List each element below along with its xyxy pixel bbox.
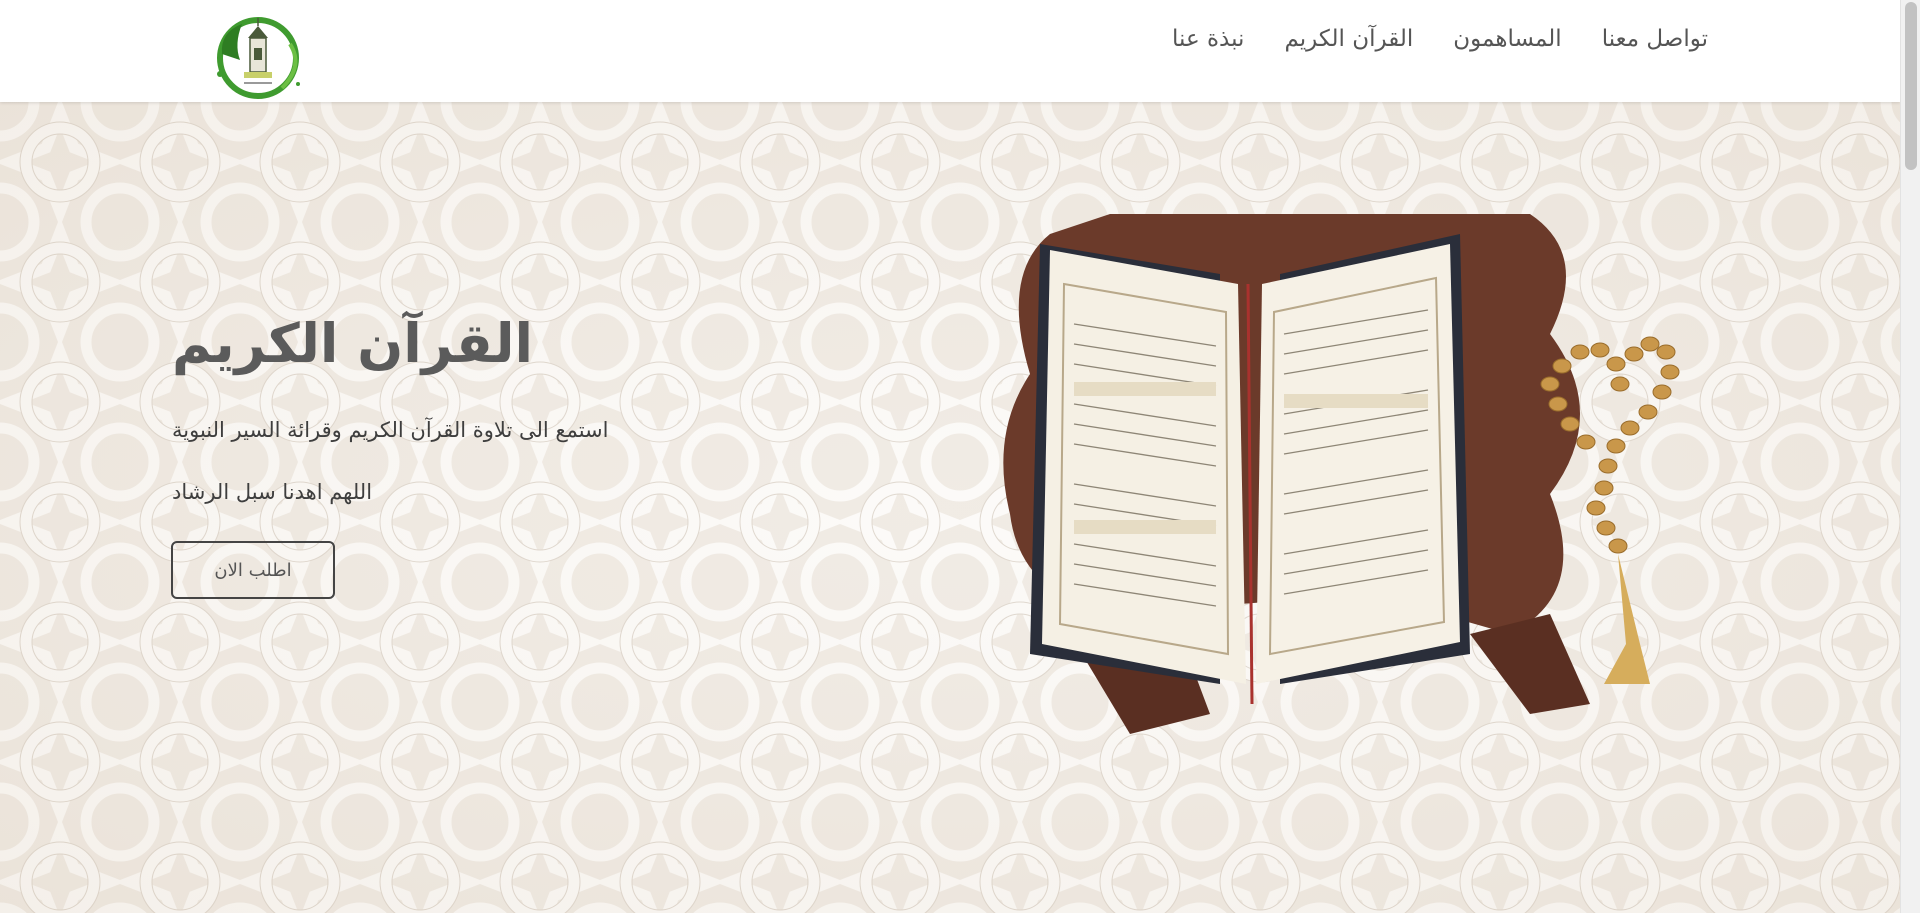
- page-scrollbar[interactable]: [1900, 0, 1920, 913]
- hero-dua: اللهم اهدنا سبل الرشاد: [172, 480, 373, 504]
- scroll-thumb[interactable]: [1905, 2, 1917, 170]
- nav-contributors[interactable]: المساهمون: [1453, 26, 1561, 52]
- minaret-logo-icon[interactable]: [212, 14, 308, 100]
- hero-section: القرآن الكريم استمع الى تلاوة القرآن الك…: [0, 102, 1900, 913]
- main-nav: نبذة عنا القرآن الكريم المساهمون تواصل م…: [1172, 26, 1708, 52]
- order-now-button[interactable]: اطلب الان: [171, 541, 335, 599]
- hero-subtitle: استمع الى تلاوة القرآن الكريم وقرائة الس…: [172, 418, 609, 442]
- top-navbar: نبذة عنا القرآن الكريم المساهمون تواصل م…: [0, 0, 1900, 102]
- nav-quran[interactable]: القرآن الكريم: [1284, 26, 1413, 52]
- nav-contact[interactable]: تواصل معنا: [1602, 26, 1708, 52]
- quran-book-image: [1003, 214, 1680, 734]
- hero-title: القرآن الكريم: [172, 312, 534, 375]
- nav-about[interactable]: نبذة عنا: [1172, 26, 1244, 52]
